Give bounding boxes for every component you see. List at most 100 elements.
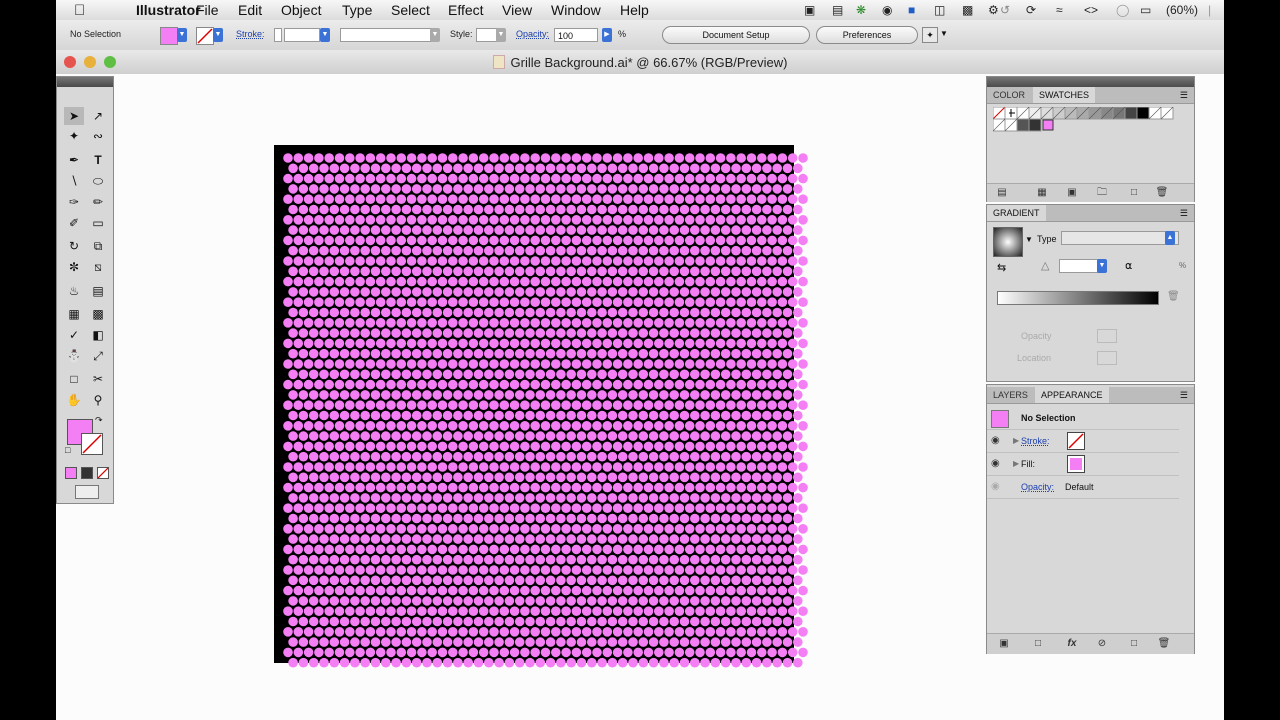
menu-view[interactable]: View <box>502 2 532 18</box>
apple-menu-icon[interactable]:  <box>74 2 85 19</box>
angle-dropdown[interactable]: ▼ <box>1097 259 1107 273</box>
appearance-fill-row[interactable]: ◉ ▶ Fill: <box>987 453 1179 476</box>
gradient-panel-menu-icon[interactable]: ☰ <box>1180 208 1188 219</box>
appearance-fill-swatch[interactable] <box>1067 455 1085 473</box>
refresh-icon[interactable]: ⟳ <box>1026 3 1036 17</box>
menu-file[interactable]: File <box>196 2 219 18</box>
direct-selection-tool-icon[interactable]: ↗ <box>88 107 108 125</box>
eraser-tool-icon[interactable]: ▭ <box>88 214 108 232</box>
opacity-label[interactable]: Opacity: <box>516 29 549 39</box>
preferences-button[interactable]: Preferences <box>816 26 918 44</box>
stroke-dropdown-arrow[interactable]: ▼ <box>213 28 223 42</box>
monitor-icon[interactable]: ◉ <box>882 3 892 17</box>
display-icon[interactable]: ■ <box>908 3 915 17</box>
tab-color[interactable]: COLOR <box>987 87 1031 103</box>
gradient-preview-arrow[interactable]: ▼ <box>1025 235 1033 244</box>
new-swatch-icon[interactable]: □ <box>1127 187 1141 199</box>
add-new-effect-icon[interactable]: fx <box>1065 638 1079 650</box>
scale-tool-icon[interactable]: ⧉ <box>88 237 108 255</box>
live-paint-selection-tool-icon[interactable]: ⤢ <box>88 347 108 365</box>
add-new-fill-icon[interactable]: □ <box>1031 638 1045 650</box>
swatches-panel-header[interactable] <box>987 77 1194 87</box>
arrange-dropdown-arrow[interactable]: ▼ <box>940 29 948 38</box>
stroke-label[interactable]: Stroke: <box>236 29 265 39</box>
wifi-icon[interactable]: ≈ <box>1056 3 1063 17</box>
tab-gradient[interactable]: GRADIENT <box>987 205 1046 221</box>
opacity-dropdown[interactable]: ▶ <box>602 28 612 42</box>
clear-appearance-icon[interactable]: ⊘ <box>1095 638 1109 650</box>
variable-width-arrow[interactable]: ▼ <box>430 28 440 42</box>
delete-stop-icon[interactable]: 🗑 <box>1167 291 1180 302</box>
type-tool-icon[interactable]: T <box>88 151 108 169</box>
new-color-group-icon[interactable]: 🗀 <box>1095 187 1109 199</box>
chat-icon[interactable]: ◯ <box>1116 3 1129 17</box>
stroke-weight-input[interactable] <box>284 28 320 42</box>
opacity-input[interactable]: 100 <box>554 28 598 42</box>
show-swatch-kinds-icon[interactable]: ▦ <box>1035 187 1049 199</box>
gradient-mode-button[interactable] <box>81 467 93 479</box>
document-setup-button[interactable]: Document Setup <box>662 26 810 44</box>
stroke-weight-dropdown[interactable]: ▼ <box>320 28 330 42</box>
expand-triangle-icon[interactable]: ▶ <box>1013 459 1019 468</box>
delete-item-icon[interactable]: 🗑 <box>1157 638 1171 650</box>
presentation-icon[interactable]: ▩ <box>962 3 973 17</box>
battery-icon[interactable]: ▭ <box>1140 3 1151 17</box>
menu-edit[interactable]: Edit <box>238 2 262 18</box>
color-mode-button[interactable] <box>65 467 77 479</box>
menu-object[interactable]: Object <box>281 2 321 18</box>
stroke-weight-stepper[interactable] <box>274 28 282 42</box>
appearance-opacity-label[interactable]: Opacity: <box>1021 482 1054 492</box>
swap-fill-stroke-icon[interactable]: ↷ <box>95 415 103 426</box>
line-tool-icon[interactable]: ∖ <box>64 172 84 190</box>
visibility-eye-icon[interactable]: ◉ <box>991 435 1000 446</box>
gradient-slider[interactable] <box>997 291 1159 305</box>
tools-panel-header[interactable] <box>57 77 113 87</box>
graph-tool-icon[interactable]: ▤ <box>88 282 108 300</box>
script-icon[interactable]: ▤ <box>832 3 843 17</box>
gear-icon[interactable]: ⚙ <box>988 3 999 17</box>
tab-swatches[interactable]: SWATCHES <box>1033 87 1096 103</box>
book-icon[interactable]: ◫ <box>934 3 945 17</box>
paintbrush-tool-icon[interactable]: ✑ <box>64 193 84 211</box>
aspect-ratio-icon[interactable]: ⍺ <box>1125 259 1132 272</box>
eyedropper-tool-icon[interactable]: ✓ <box>64 326 84 344</box>
gradient-preview-swatch[interactable] <box>993 227 1023 257</box>
add-new-stroke-icon[interactable]: ▣ <box>997 638 1011 650</box>
slice-tool-icon[interactable]: ✂ <box>88 370 108 388</box>
screen-recorder-icon[interactable]: ▣ <box>804 3 815 17</box>
visibility-eye-icon[interactable]: ◉ <box>991 458 1000 469</box>
menu-effect[interactable]: Effect <box>448 2 484 18</box>
pencil-tool-icon[interactable]: ✏ <box>88 193 108 211</box>
lasso-tool-icon[interactable]: ∾ <box>88 127 108 145</box>
swatch-libraries-icon[interactable]: ▤ <box>995 187 1009 199</box>
grille-dot-pattern[interactable] <box>280 150 810 668</box>
default-fill-stroke-icon[interactable]: □ <box>65 445 70 455</box>
graphic-style-arrow[interactable]: ▼ <box>496 28 506 42</box>
ellipse-tool-icon[interactable]: ⬭ <box>88 172 108 190</box>
magic-wand-tool-icon[interactable]: ✦ <box>64 127 84 145</box>
hand-tool-icon[interactable]: ✋ <box>64 391 84 409</box>
gradient-type-arrow[interactable]: ▲ <box>1165 231 1175 245</box>
menu-help[interactable]: Help <box>620 2 649 18</box>
arrange-documents-icon[interactable]: ✦ <box>922 27 938 43</box>
mesh-tool-icon[interactable]: ▦ <box>64 305 84 323</box>
tab-layers[interactable]: LAYERS <box>987 387 1034 403</box>
stroke-swatch[interactable] <box>196 27 214 45</box>
appearance-panel-menu-icon[interactable]: ☰ <box>1180 390 1188 401</box>
stroke-color-box[interactable] <box>81 433 103 455</box>
stop-location-input[interactable] <box>1097 351 1117 365</box>
fill-dropdown-arrow[interactable]: ▼ <box>177 28 187 42</box>
warp-tool-icon[interactable]: ✼ <box>64 258 84 276</box>
swatch-grid[interactable] <box>993 107 1181 135</box>
duplicate-item-icon[interactable]: □ <box>1127 638 1141 650</box>
visibility-eye-icon[interactable]: ◉ <box>991 481 1000 492</box>
pen-tool-icon[interactable]: ✒ <box>64 151 84 169</box>
variable-width-select[interactable] <box>340 28 436 42</box>
expand-triangle-icon[interactable]: ▶ <box>1013 436 1019 445</box>
spotlight-icon[interactable]: | <box>1208 3 1211 17</box>
blob-brush-tool-icon[interactable]: ✐ <box>64 214 84 232</box>
appearance-opacity-row[interactable]: ◉ Opacity: Default <box>987 476 1179 499</box>
none-mode-button[interactable] <box>97 467 109 479</box>
symbol-sprayer-tool-icon[interactable]: ♨ <box>64 282 84 300</box>
reverse-gradient-icon[interactable]: ⇆ <box>997 261 1006 274</box>
